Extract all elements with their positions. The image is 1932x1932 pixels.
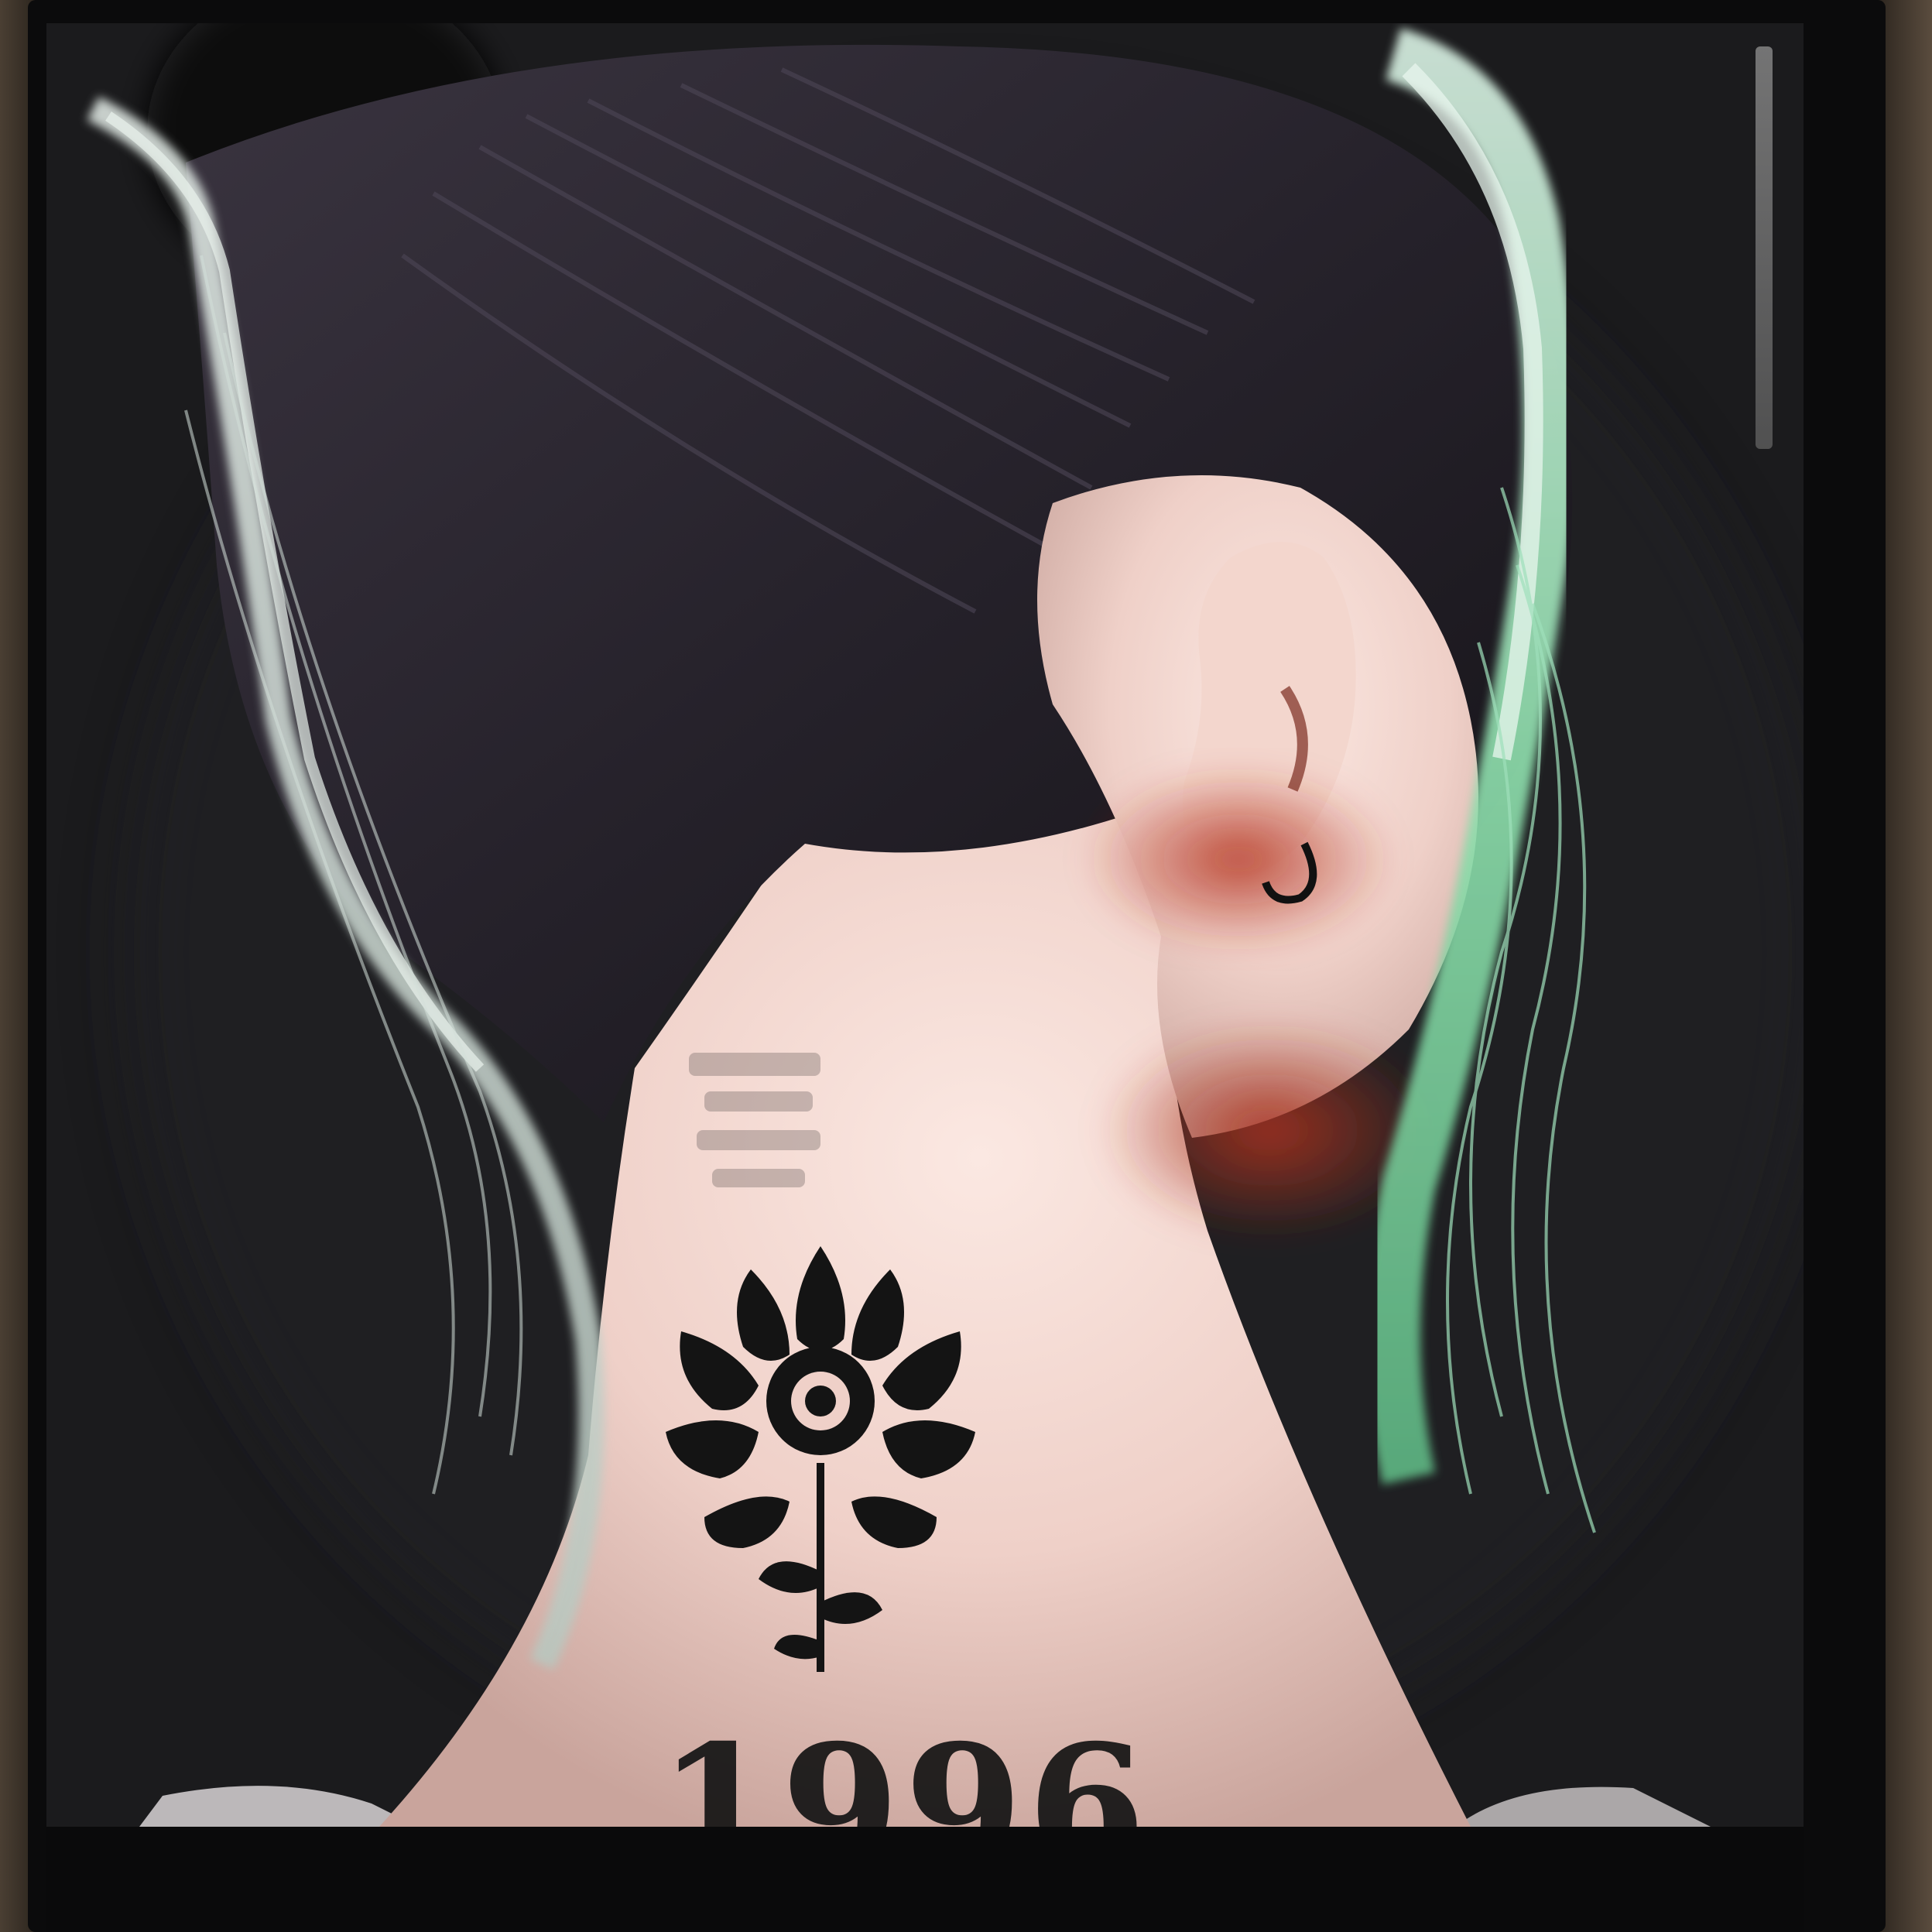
photo-screen: 1996 — [46, 23, 1804, 1827]
tattoo-year-text: 1996 — [658, 1707, 1151, 1828]
portrait-illustration — [46, 23, 1804, 1827]
scrollbar[interactable] — [1756, 46, 1773, 449]
screen-bottom-bar — [46, 1827, 1804, 1932]
